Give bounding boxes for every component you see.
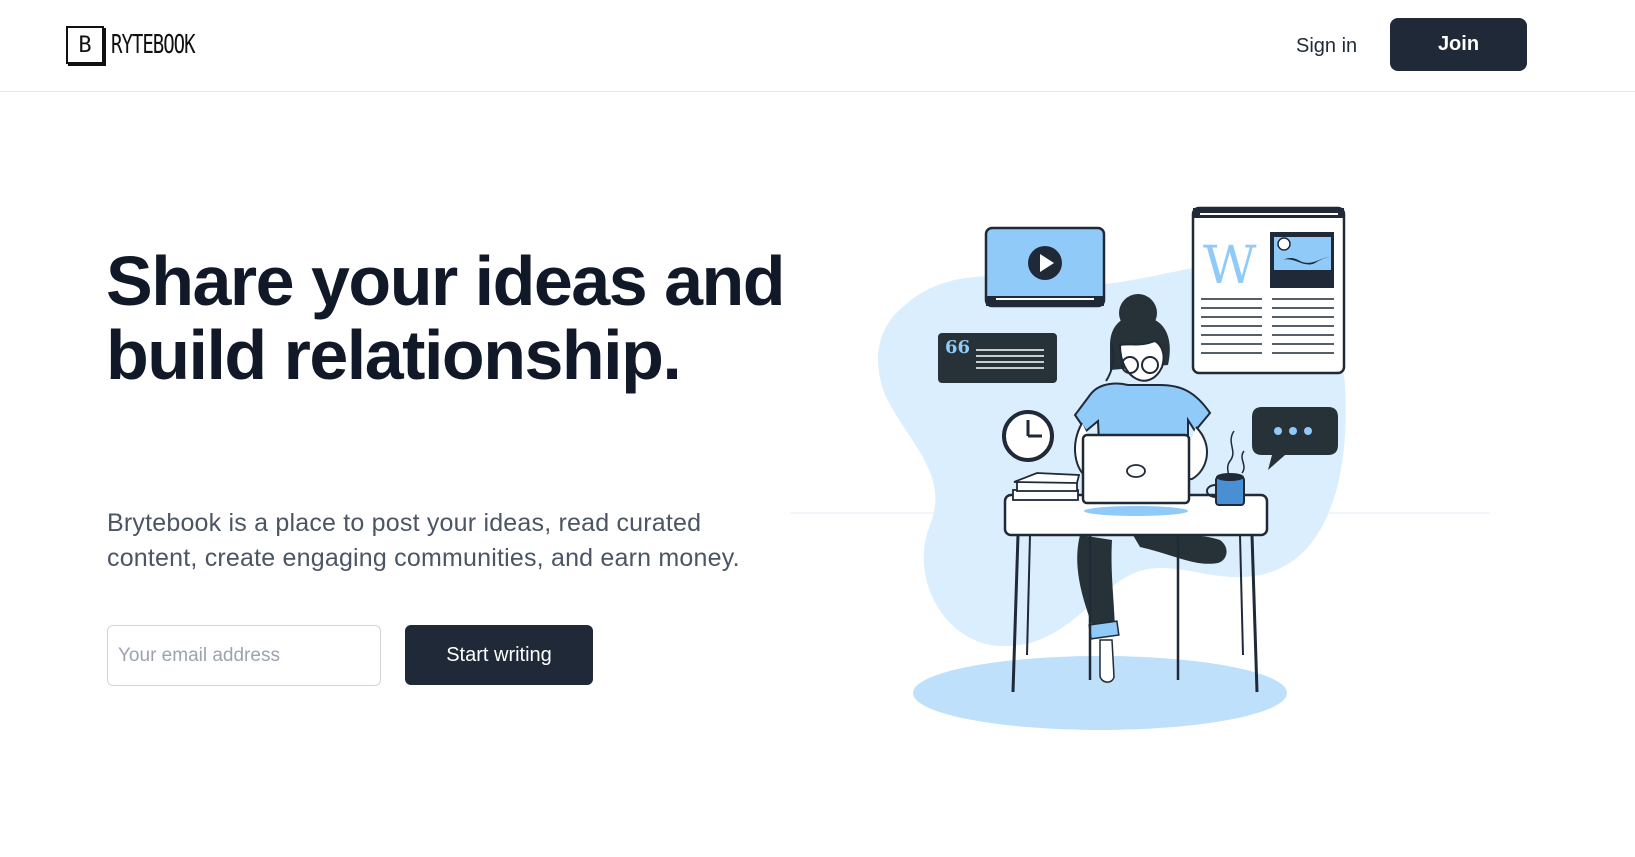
logo-wordmark: RYTEBOOK <box>111 30 196 60</box>
quote-card: 66 <box>938 333 1057 383</box>
laptop <box>1081 433 1191 516</box>
email-input[interactable] <box>107 625 381 686</box>
top-navbar: B RYTEBOOK Sign in Join <box>0 0 1635 92</box>
sign-in-link[interactable]: Sign in <box>1296 30 1357 62</box>
video-card <box>984 226 1106 308</box>
article-card: W <box>1191 206 1346 375</box>
hero-illustration: W 66 <box>790 206 1490 730</box>
quote-icon: 66 <box>945 337 970 358</box>
play-icon <box>1028 246 1062 280</box>
article-letter: W <box>1203 236 1257 296</box>
image-icon <box>1270 232 1334 288</box>
logo-mark: B <box>66 26 104 64</box>
hero-subtitle: Brytebook is a place to post your ideas,… <box>107 509 740 572</box>
start-writing-button[interactable]: Start writing <box>405 625 593 685</box>
clock-icon <box>1002 410 1054 462</box>
hero-title: Share your ideas and build relationship. <box>106 242 786 394</box>
brand-logo[interactable]: B RYTEBOOK <box>66 24 196 66</box>
join-button[interactable]: Join <box>1390 18 1527 71</box>
logo-letter: B <box>78 32 92 58</box>
